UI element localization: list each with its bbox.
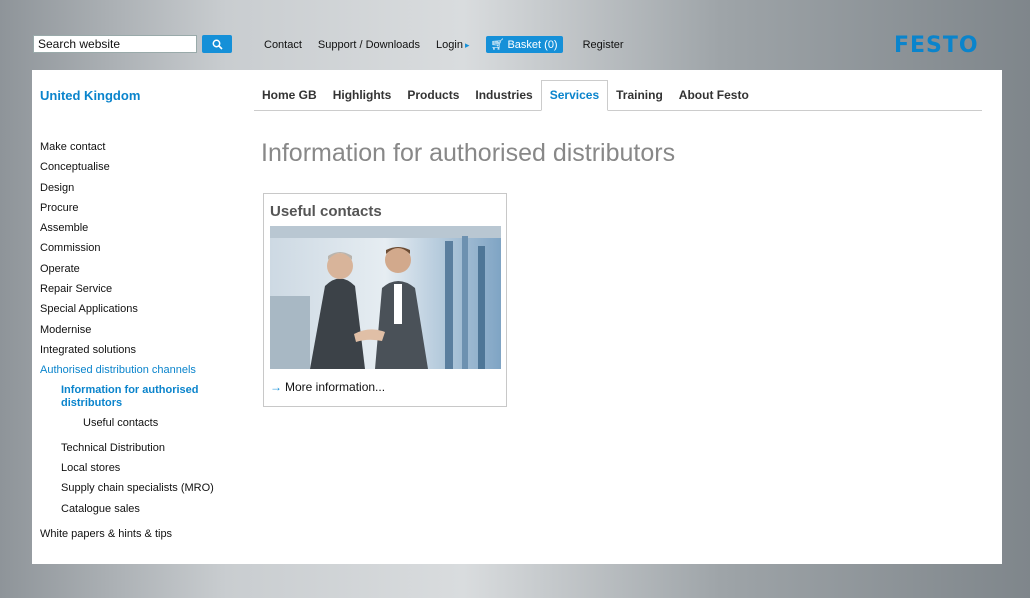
login-link[interactable]: Login ▸ <box>436 39 469 51</box>
tab-products[interactable]: Products <box>399 88 467 110</box>
festo-logo[interactable]: FESTO <box>894 33 979 58</box>
content-panel: United Kingdom Home GB Highlights Produc… <box>32 70 1002 564</box>
contact-link[interactable]: Contact <box>264 39 302 51</box>
top-bar: Search website Contact Support / Downloa… <box>0 0 1030 70</box>
sidebar-item-local-stores[interactable]: Local stores <box>40 461 240 481</box>
tab-about-festo[interactable]: About Festo <box>671 88 757 110</box>
basket-button[interactable]: 🛒︎ Basket (0) <box>485 36 563 53</box>
sidebar-item-operate[interactable]: Operate <box>40 262 240 282</box>
sidebar-item-authorised-distribution-channels[interactable]: Authorised distribution channels <box>40 363 240 383</box>
support-downloads-link[interactable]: Support / Downloads <box>318 39 420 51</box>
sidebar-item-commission[interactable]: Commission <box>40 241 240 261</box>
handshake-photo[interactable] <box>270 226 501 369</box>
register-link[interactable]: Register <box>583 39 624 51</box>
tab-industries[interactable]: Industries <box>467 88 540 110</box>
sidebar-item-conceptualise[interactable]: Conceptualise <box>40 160 240 180</box>
sidebar-item-procure[interactable]: Procure <box>40 201 240 221</box>
more-information-link[interactable]: → More information... <box>270 380 385 394</box>
sidebar-item-make-contact[interactable]: Make contact <box>40 140 240 160</box>
tab-services[interactable]: Services <box>540 80 609 111</box>
sidebar-item-white-papers[interactable]: White papers & hints & tips <box>40 527 240 547</box>
page-title: Information for authorised distributors <box>261 139 676 167</box>
main-nav: Home GB Highlights Products Industries S… <box>254 80 982 111</box>
cart-icon: 🛒︎ <box>490 39 505 51</box>
sidebar-item-special-applications[interactable]: Special Applications <box>40 302 240 322</box>
more-information-label: More information... <box>285 380 386 394</box>
login-label: Login <box>436 38 463 51</box>
sidebar-item-supply-chain-specialists[interactable]: Supply chain specialists (MRO) <box>40 481 240 501</box>
useful-contacts-card: Useful contacts → More information... <box>263 193 507 407</box>
basket-label: Basket (0) <box>507 38 558 51</box>
tab-highlights[interactable]: Highlights <box>325 88 400 110</box>
sidebar-item-repair-service[interactable]: Repair Service <box>40 282 240 302</box>
sidebar-item-integrated-solutions[interactable]: Integrated solutions <box>40 343 240 363</box>
search-button[interactable] <box>202 35 232 53</box>
search-input[interactable]: Search website <box>33 35 197 53</box>
sidebar-nav: Make contact Conceptualise Design Procur… <box>40 140 240 547</box>
top-nav: Contact Support / Downloads Login ▸ 🛒︎ Ba… <box>264 36 640 53</box>
sidebar-item-information-for-authorised-distributors[interactable]: Information for authorised distributors <box>40 384 240 410</box>
sidebar-item-catalogue-sales[interactable]: Catalogue sales <box>40 502 240 522</box>
arrow-right-icon: → <box>270 380 282 394</box>
sidebar-item-technical-distribution[interactable]: Technical Distribution <box>40 441 240 461</box>
sidebar-item-useful-contacts[interactable]: Useful contacts <box>40 416 240 436</box>
region-title[interactable]: United Kingdom <box>40 88 140 103</box>
magnifier-icon <box>212 39 223 50</box>
sidebar-item-assemble[interactable]: Assemble <box>40 221 240 241</box>
chevron-right-icon: ▸ <box>464 39 470 50</box>
tab-training[interactable]: Training <box>608 88 671 110</box>
card-title: Useful contacts <box>270 203 382 220</box>
sidebar-item-design[interactable]: Design <box>40 181 240 201</box>
sidebar-item-modernise[interactable]: Modernise <box>40 323 240 343</box>
tab-home-gb[interactable]: Home GB <box>254 88 325 110</box>
